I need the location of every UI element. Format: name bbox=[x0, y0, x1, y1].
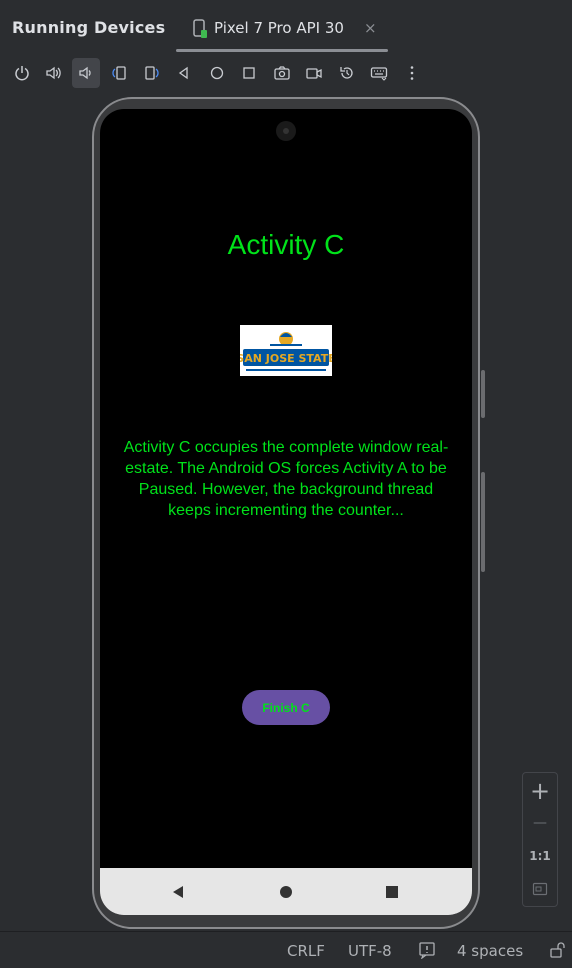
volume-down-icon bbox=[79, 66, 91, 80]
svg-text:SAN JOSE STATE: SAN JOSE STATE bbox=[240, 352, 332, 365]
more-button[interactable] bbox=[398, 58, 426, 88]
indent-widget[interactable]: 4 spaces bbox=[457, 942, 523, 960]
home-button[interactable] bbox=[203, 58, 231, 88]
phone-screen[interactable]: Activity C SAN JOSE STATE Activity C occ… bbox=[100, 109, 472, 915]
camera-icon bbox=[276, 121, 296, 141]
sjsu-logo-image: SAN JOSE STATE bbox=[236, 325, 336, 376]
zoom-actual-size-button[interactable]: 1:1 bbox=[523, 845, 557, 867]
zoom-controls: + — 1:1 bbox=[522, 772, 558, 907]
overview-icon bbox=[243, 67, 255, 79]
nav-home-icon bbox=[280, 886, 292, 898]
screenshot-button[interactable] bbox=[268, 58, 296, 88]
tab-label: Pixel 7 Pro API 30 bbox=[214, 19, 344, 37]
nav-home-button[interactable] bbox=[274, 880, 298, 904]
nav-overview-icon bbox=[386, 886, 398, 898]
zoom-fit-button[interactable] bbox=[523, 877, 557, 901]
back-button[interactable] bbox=[170, 58, 198, 88]
overview-button[interactable] bbox=[235, 58, 263, 88]
volume-up-button[interactable] bbox=[40, 58, 68, 88]
power-side-button bbox=[481, 472, 485, 572]
keyboard-button[interactable] bbox=[365, 58, 393, 88]
panel-title: Running Devices bbox=[12, 18, 166, 37]
power-button[interactable] bbox=[8, 58, 36, 88]
top-bar: Running Devices Pixel 7 Pro API 30 × bbox=[0, 0, 572, 56]
rotate-right-button[interactable] bbox=[138, 58, 166, 88]
volume-up-icon bbox=[46, 66, 61, 80]
keyboard-icon bbox=[370, 67, 388, 81]
nav-overview-button[interactable] bbox=[380, 880, 404, 904]
activity-title: Activity C bbox=[227, 229, 345, 260]
rotate-left-button[interactable] bbox=[105, 58, 133, 88]
activity-description: Activity C occupies the complete window … bbox=[123, 439, 449, 519]
volume-side-button bbox=[481, 370, 485, 418]
nav-back-icon bbox=[173, 886, 183, 898]
reset-button[interactable] bbox=[333, 58, 361, 88]
tab-underline bbox=[176, 49, 388, 52]
home-icon bbox=[210, 66, 224, 80]
line-separator-widget[interactable]: CRLF bbox=[287, 942, 325, 960]
device-toolbar bbox=[0, 58, 572, 90]
unlock-icon bbox=[550, 942, 565, 958]
back-icon bbox=[178, 66, 188, 80]
zoom-in-button[interactable]: + bbox=[523, 776, 557, 806]
power-icon bbox=[15, 66, 29, 81]
message-icon bbox=[419, 942, 435, 960]
screen-record-icon bbox=[306, 68, 322, 79]
nav-back-button[interactable] bbox=[166, 880, 190, 904]
rotate-right-icon bbox=[145, 66, 159, 80]
fit-screen-icon bbox=[532, 882, 548, 896]
status-bar: CRLF UTF-8 4 spaces bbox=[0, 931, 572, 968]
reset-icon bbox=[340, 67, 353, 79]
screenshot-icon bbox=[274, 66, 290, 80]
finish-c-button[interactable]: Finish C bbox=[242, 690, 330, 725]
android-nav-bar bbox=[100, 868, 472, 915]
screen-record-button[interactable] bbox=[300, 58, 328, 88]
sjsu-logo: SAN JOSE STATE bbox=[236, 325, 336, 376]
more-icon bbox=[410, 66, 414, 80]
close-icon[interactable]: × bbox=[364, 19, 377, 37]
notification-icon[interactable] bbox=[418, 941, 436, 963]
rotate-left-icon bbox=[112, 66, 126, 80]
lock-icon[interactable] bbox=[549, 941, 567, 963]
device-icon bbox=[193, 19, 207, 38]
volume-down-button[interactable] bbox=[72, 58, 100, 88]
encoding-widget[interactable]: UTF-8 bbox=[348, 942, 392, 960]
tab-device[interactable]: Pixel 7 Pro API 30 × bbox=[176, 10, 388, 52]
zoom-out-button[interactable]: — bbox=[523, 811, 557, 835]
